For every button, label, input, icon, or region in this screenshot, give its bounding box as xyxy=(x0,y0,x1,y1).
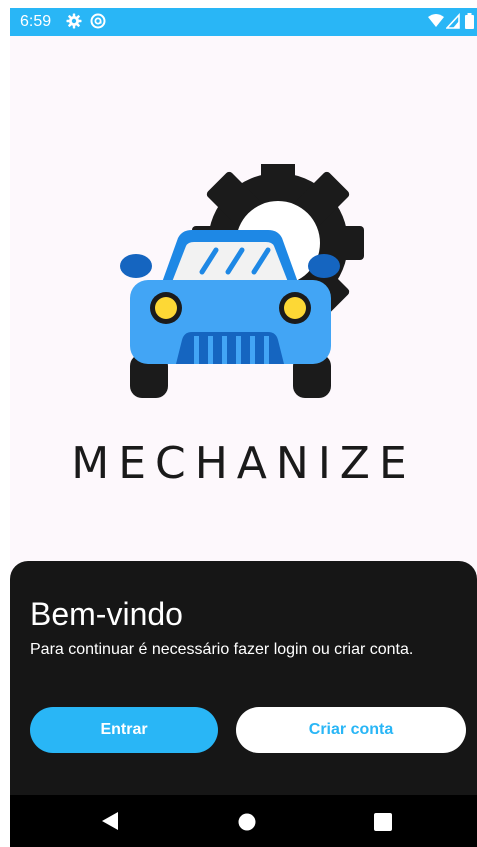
at-sign-icon xyxy=(90,13,106,34)
brand-name: MECHANIZE xyxy=(71,438,416,489)
navigation-bar xyxy=(10,795,477,847)
login-button[interactable]: Entrar xyxy=(30,707,218,753)
battery-icon xyxy=(465,13,474,34)
app-logo xyxy=(120,164,364,398)
wifi-icon xyxy=(428,13,444,34)
welcome-message: Para continuar é necessário fazer login … xyxy=(30,641,414,658)
gear-icon xyxy=(66,13,82,34)
home-icon[interactable] xyxy=(238,813,256,836)
recents-icon[interactable] xyxy=(374,813,392,836)
logo-area: MECHANIZE xyxy=(10,36,477,568)
welcome-title: Bem-vindo xyxy=(30,596,183,632)
status-time: 6:59 xyxy=(20,13,52,30)
signal-icon xyxy=(445,12,460,34)
status-bar: 6:59 xyxy=(10,8,477,36)
app-screen: 6:59 MECHANIZE Bem-vindo Para continuar … xyxy=(10,8,477,847)
create-account-button[interactable]: Criar conta xyxy=(236,707,466,753)
back-icon[interactable] xyxy=(101,811,119,836)
